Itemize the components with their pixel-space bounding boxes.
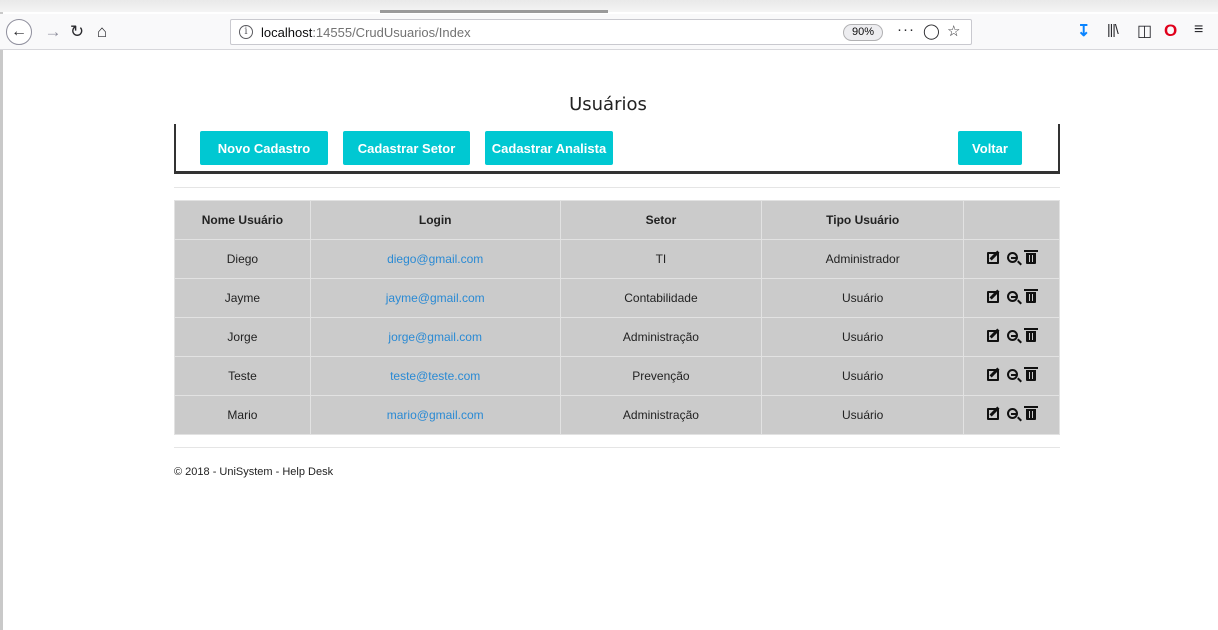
header-sector: Setor — [559, 200, 763, 240]
url-text[interactable]: localhost:14555/CrudUsuarios/Index — [261, 25, 471, 40]
cell-actions — [963, 395, 1060, 435]
cell-name: Jayme — [174, 278, 311, 318]
table-row: Mario mario@gmail.com Administração Usuá… — [174, 395, 1060, 435]
url-host: localhost — [261, 25, 313, 40]
divider — [174, 187, 1060, 188]
cell-actions — [963, 278, 1060, 318]
new-user-button[interactable]: Novo Cadastro — [200, 131, 328, 165]
cell-sector: Contabilidade — [559, 278, 763, 318]
delete-trash-icon[interactable] — [1024, 328, 1039, 343]
sidebar-icon[interactable]: ◫ — [1137, 21, 1152, 41]
edit-icon[interactable] — [987, 290, 1000, 303]
edit-icon[interactable] — [987, 251, 1000, 264]
add-sector-button[interactable]: Cadastrar Setor — [343, 131, 470, 165]
header-name: Nome Usuário — [174, 200, 311, 240]
footer-text: © 2018 - UniSystem - Help Desk — [174, 466, 334, 478]
reload-icon[interactable]: ↻ — [64, 19, 90, 45]
delete-trash-icon[interactable] — [1024, 406, 1039, 421]
details-zoom-icon[interactable] — [1007, 408, 1019, 420]
cell-sector: Administração — [559, 317, 763, 357]
bookmark-star-icon[interactable]: ☆ — [947, 22, 960, 40]
header-actions — [963, 200, 1060, 240]
forward-icon[interactable]: → — [40, 19, 66, 45]
cell-name: Mario — [174, 395, 311, 435]
download-icon[interactable]: ↧ — [1077, 21, 1090, 41]
back-button[interactable]: Voltar — [958, 131, 1022, 165]
home-icon[interactable]: ⌂ — [89, 19, 115, 45]
details-zoom-icon[interactable] — [1007, 369, 1019, 381]
delete-trash-icon[interactable] — [1024, 250, 1039, 265]
table-row: Diego diego@gmail.com TI Administrador — [174, 239, 1060, 279]
footer-divider — [174, 447, 1060, 448]
cell-user-type: Administrador — [761, 239, 965, 279]
opera-icon[interactable]: O — [1164, 21, 1177, 41]
pocket-icon[interactable]: ◯ — [923, 22, 940, 40]
delete-trash-icon[interactable] — [1024, 367, 1039, 382]
users-table: Nome Usuário Login Setor Tipo Usuário Di… — [174, 200, 1060, 435]
zoom-level-badge[interactable]: 90% — [843, 24, 884, 41]
cell-actions — [963, 356, 1060, 396]
cell-sector: Prevenção — [559, 356, 763, 396]
table-row: Jorge jorge@gmail.com Administração Usuá… — [174, 317, 1060, 357]
cell-sector: Administração — [559, 395, 763, 435]
active-tab-indicator — [380, 10, 608, 13]
details-zoom-icon[interactable] — [1007, 330, 1019, 342]
table-header-row: Nome Usuário Login Setor Tipo Usuário — [174, 200, 1060, 240]
window-top-edge — [0, 0, 1218, 12]
cell-actions — [963, 239, 1060, 279]
cell-login[interactable]: mario@gmail.com — [309, 395, 561, 435]
table-row: Teste teste@teste.com Prevenção Usuário — [174, 356, 1060, 396]
cell-login[interactable]: jayme@gmail.com — [309, 278, 561, 318]
table-row: Jayme jayme@gmail.com Contabilidade Usuá… — [174, 278, 1060, 318]
header-user-type: Tipo Usuário — [761, 200, 965, 240]
cell-name: Jorge — [174, 317, 311, 357]
details-zoom-icon[interactable] — [1007, 291, 1019, 303]
page-actions-icon[interactable]: ··· — [897, 21, 915, 38]
cell-login[interactable]: jorge@gmail.com — [309, 317, 561, 357]
edit-icon[interactable] — [987, 407, 1000, 420]
cell-name: Diego — [174, 239, 311, 279]
url-path: :14555/CrudUsuarios/Index — [312, 25, 471, 40]
cell-user-type: Usuário — [761, 278, 965, 318]
cell-name: Teste — [174, 356, 311, 396]
edit-icon[interactable] — [987, 368, 1000, 381]
cell-actions — [963, 317, 1060, 357]
cell-user-type: Usuário — [761, 356, 965, 396]
delete-trash-icon[interactable] — [1024, 289, 1039, 304]
library-icon[interactable]: |||\ — [1107, 21, 1119, 37]
cell-login[interactable]: teste@teste.com — [309, 356, 561, 396]
edit-icon[interactable] — [987, 329, 1000, 342]
cell-sector: TI — [559, 239, 763, 279]
hamburger-menu-icon[interactable]: ≡ — [1194, 21, 1203, 39]
details-zoom-icon[interactable] — [1007, 252, 1019, 264]
back-icon[interactable]: ← — [6, 19, 32, 45]
address-bar[interactable]: i localhost:14555/CrudUsuarios/Index 90%… — [230, 19, 972, 45]
cell-login[interactable]: diego@gmail.com — [309, 239, 561, 279]
header-login: Login — [309, 200, 561, 240]
browser-toolbar: ← → ↻ ⌂ i localhost:14555/CrudUsuarios/I… — [0, 14, 1218, 50]
cell-user-type: Usuário — [761, 317, 965, 357]
add-analyst-button[interactable]: Cadastrar Analista — [485, 131, 613, 165]
cell-user-type: Usuário — [761, 395, 965, 435]
site-info-icon[interactable]: i — [239, 25, 253, 39]
page-title: Usuários — [569, 94, 647, 115]
